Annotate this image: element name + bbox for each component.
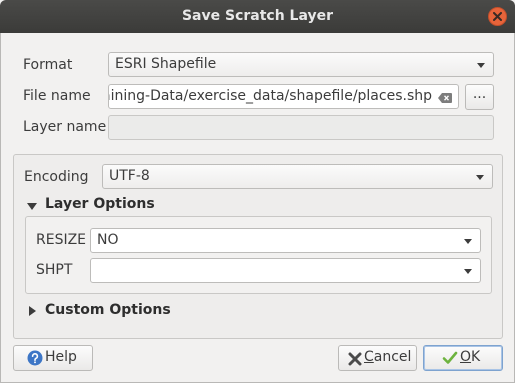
ok-button[interactable]: OK [423, 345, 503, 371]
browse-button[interactable]: ... [465, 84, 494, 110]
close-button[interactable] [488, 7, 507, 26]
layername-label: Layer name [23, 119, 107, 135]
layer-options-title: Layer Options [45, 196, 155, 212]
encoding-value: UTF-8 [109, 168, 150, 184]
resize-value: NO [97, 232, 119, 248]
filename-label: File name [23, 88, 91, 104]
help-button[interactable]: Help [13, 345, 93, 371]
layer-options-toggle[interactable]: Layer Options [24, 196, 224, 216]
filename-value: aining-Data/exercise_data/shapefile/plac… [108, 88, 432, 104]
title-bar: Save Scratch Layer [0, 0, 515, 33]
chevron-down-icon [477, 63, 485, 68]
help-icon [27, 350, 43, 366]
save-scratch-layer-dialog: Format ESRI Shapefile File name aining-D… [0, 33, 515, 383]
collapsed-arrow-icon [29, 306, 36, 316]
chevron-down-icon [476, 175, 484, 180]
resize-combobox[interactable]: NO [90, 228, 481, 253]
close-icon [493, 12, 502, 21]
custom-options-title: Custom Options [45, 302, 171, 318]
chevron-down-icon [464, 239, 472, 244]
format-value: ESRI Shapefile [115, 56, 217, 72]
browse-label: ... [472, 86, 487, 102]
shpt-combobox[interactable] [90, 258, 481, 283]
expanded-arrow-icon [27, 203, 37, 210]
window-title: Save Scratch Layer [181, 8, 334, 24]
cancel-label: Cancel [364, 349, 412, 365]
format-combobox[interactable]: ESRI Shapefile [108, 52, 494, 77]
filename-input[interactable]: aining-Data/exercise_data/shapefile/plac… [108, 84, 459, 109]
encoding-combobox[interactable]: UTF-8 [102, 164, 493, 189]
layername-input [108, 115, 494, 140]
chevron-down-icon [464, 269, 472, 274]
custom-options-toggle[interactable]: Custom Options [24, 302, 224, 322]
help-label: Help [45, 349, 77, 365]
cancel-icon [348, 352, 362, 366]
format-label: Format [23, 57, 73, 73]
resize-label: RESIZE [36, 232, 87, 248]
cancel-button[interactable]: Cancel [338, 345, 417, 371]
checkmark-icon [442, 351, 458, 364]
clear-icon[interactable] [438, 93, 452, 103]
encoding-label: Encoding [24, 169, 89, 185]
shpt-label: SHPT [36, 262, 73, 278]
ok-label: OK [460, 349, 481, 365]
